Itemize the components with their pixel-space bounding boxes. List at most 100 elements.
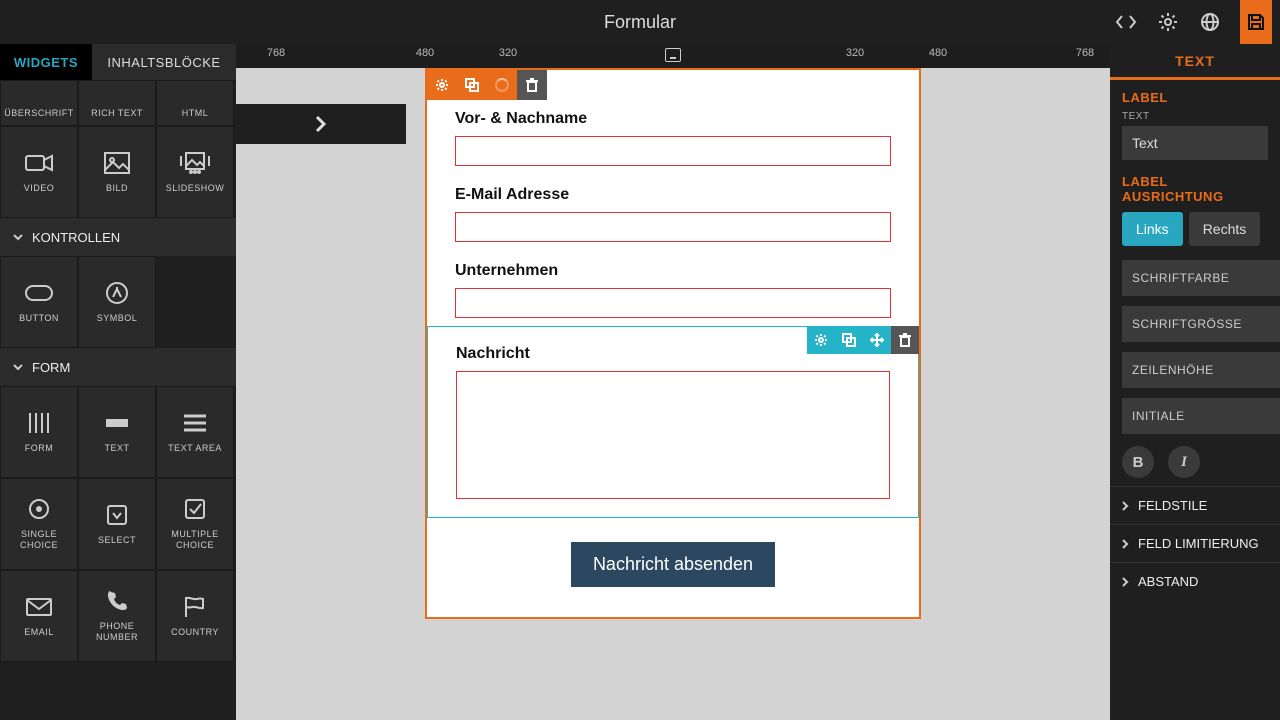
section-label: ABSTAND xyxy=(1138,574,1198,589)
checkbox-icon xyxy=(180,497,210,521)
widget-heading[interactable]: ÜBERSCHRIFT xyxy=(0,80,78,126)
widget-label: RICH TEXT xyxy=(91,108,143,119)
field-delete-icon[interactable] xyxy=(891,326,919,354)
field-input[interactable] xyxy=(455,136,891,166)
widget-label: SINGLE CHOICE xyxy=(1,529,77,551)
field-label: Vor- & Nachname xyxy=(455,110,891,128)
field-settings-icon[interactable] xyxy=(807,326,835,354)
field-input[interactable] xyxy=(455,212,891,242)
section-field-styles[interactable]: FELDSTILE xyxy=(1110,486,1280,524)
style-buttons: B I xyxy=(1110,434,1280,486)
align-heading: LABEL AUSRICHTUNG xyxy=(1122,174,1268,204)
panel-line-height[interactable]: ZEILENHÖHE xyxy=(1122,352,1280,388)
widget-label: BILD xyxy=(106,183,128,194)
field-input[interactable] xyxy=(455,288,891,318)
app-title: Formular xyxy=(604,12,676,33)
widget-html[interactable]: HTML xyxy=(156,80,234,126)
label-text-input[interactable] xyxy=(1122,126,1268,160)
block-duplicate-icon[interactable] xyxy=(457,70,487,100)
field-move-icon[interactable] xyxy=(863,326,891,354)
widget-label: HTML xyxy=(182,108,209,119)
field-message-selected[interactable]: Nachricht xyxy=(427,326,919,518)
widget-select[interactable]: SELECT xyxy=(78,478,156,570)
image-icon xyxy=(102,151,132,175)
chevron-right-icon xyxy=(1120,539,1130,549)
section-label: FORM xyxy=(32,360,70,375)
ruler-mark: 480 xyxy=(929,47,947,59)
slideshow-icon xyxy=(180,151,210,175)
form-page[interactable]: Vor- & Nachname E-Mail Adresse Unternehm… xyxy=(425,68,921,619)
widget-multiple-choice[interactable]: MULTIPLE CHOICE xyxy=(156,478,234,570)
canvas[interactable]: 768 480 320 320 480 768 Vor- & Nachname xyxy=(236,44,1110,720)
widget-email[interactable]: EMAIL xyxy=(0,570,78,662)
ruler-mark: 768 xyxy=(267,47,285,59)
widget-slideshow[interactable]: SLIDESHOW xyxy=(156,126,234,218)
next-arrow[interactable] xyxy=(236,104,406,144)
globe-icon[interactable] xyxy=(1198,10,1222,34)
tab-text[interactable]: TEXT xyxy=(1110,44,1280,80)
section-field-limit[interactable]: FELD LIMITIERUNG xyxy=(1110,524,1280,562)
widget-label: EMAIL xyxy=(24,627,54,638)
block-settings-icon[interactable] xyxy=(427,70,457,100)
widget-video[interactable]: VIDEO xyxy=(0,126,78,218)
form-block[interactable]: Vor- & Nachname E-Mail Adresse Unternehm… xyxy=(425,68,921,619)
chevron-down-icon xyxy=(12,361,24,373)
field-name[interactable]: Vor- & Nachname xyxy=(455,110,891,166)
panel-initial[interactable]: INITIALE xyxy=(1122,398,1280,434)
widget-country[interactable]: COUNTRY xyxy=(156,570,234,662)
radio-icon xyxy=(24,497,54,521)
field-label: Unternehmen xyxy=(455,262,891,280)
align-left-button[interactable]: Links xyxy=(1122,212,1183,246)
widget-phone[interactable]: PHONE NUMBER xyxy=(78,570,156,662)
align-right-button[interactable]: Rechts xyxy=(1189,212,1261,246)
panel-font-size[interactable]: SCHRIFTGRÖSSE xyxy=(1122,306,1280,342)
field-company[interactable]: Unternehmen xyxy=(455,262,891,318)
ruler: 768 480 320 320 480 768 xyxy=(236,44,1110,68)
panel-font-color[interactable]: SCHRIFTFARBE xyxy=(1122,260,1280,296)
video-icon xyxy=(24,151,54,175)
widget-richtext[interactable]: RICH TEXT xyxy=(78,80,156,126)
tab-widgets[interactable]: WIDGETS xyxy=(0,44,92,80)
ruler-mark: 768 xyxy=(1076,47,1094,59)
field-textarea[interactable] xyxy=(456,371,890,499)
align-buttons: Links Rechts xyxy=(1122,212,1268,246)
widget-textarea[interactable]: TEXT AREA xyxy=(156,386,234,478)
widget-symbol[interactable]: SYMBOL xyxy=(78,256,156,348)
submit-row: Nachricht absenden xyxy=(455,518,891,607)
symbol-icon xyxy=(102,281,132,305)
widget-image[interactable]: BILD xyxy=(78,126,156,218)
text-input-icon xyxy=(102,411,132,435)
widget-form[interactable]: FORM xyxy=(0,386,78,478)
section-label: FELDSTILE xyxy=(1138,498,1207,513)
widget-label: SYMBOL xyxy=(97,313,138,324)
save-icon[interactable] xyxy=(1240,0,1272,44)
email-icon xyxy=(24,595,54,619)
bold-button[interactable]: B xyxy=(1122,446,1154,478)
field-duplicate-icon[interactable] xyxy=(835,326,863,354)
chevron-right-icon xyxy=(1120,501,1130,511)
field-email[interactable]: E-Mail Adresse xyxy=(455,186,891,242)
gear-icon[interactable] xyxy=(1156,10,1180,34)
block-loading-icon[interactable] xyxy=(487,70,517,100)
widget-button[interactable]: BUTTON xyxy=(0,256,78,348)
ruler-mark: 480 xyxy=(416,47,434,59)
section-controls[interactable]: KONTROLLEN xyxy=(0,218,236,256)
chevron-right-icon xyxy=(1120,577,1130,587)
code-icon[interactable] xyxy=(1114,10,1138,34)
widget-label: BUTTON xyxy=(19,313,59,324)
widget-label: SLIDESHOW xyxy=(166,183,225,194)
widget-label: TEXT xyxy=(104,443,129,454)
italic-button[interactable]: I xyxy=(1168,446,1200,478)
section-form[interactable]: FORM xyxy=(0,348,236,386)
topbar-actions xyxy=(1114,0,1280,44)
widget-single-choice[interactable]: SINGLE CHOICE xyxy=(0,478,78,570)
right-sidebar: TEXT LABEL TEXT LABEL AUSRICHTUNG Links … xyxy=(1110,44,1280,720)
tab-content-blocks[interactable]: INHALTSBLÖCKE xyxy=(92,44,236,80)
section-label: FELD LIMITIERUNG xyxy=(1138,536,1259,551)
submit-button[interactable]: Nachricht absenden xyxy=(571,542,775,587)
section-spacing[interactable]: ABSTAND xyxy=(1110,562,1280,600)
device-icon[interactable] xyxy=(665,48,681,62)
text-sublabel: TEXT xyxy=(1122,111,1268,122)
block-delete-icon[interactable] xyxy=(517,70,547,100)
widget-text[interactable]: TEXT xyxy=(78,386,156,478)
